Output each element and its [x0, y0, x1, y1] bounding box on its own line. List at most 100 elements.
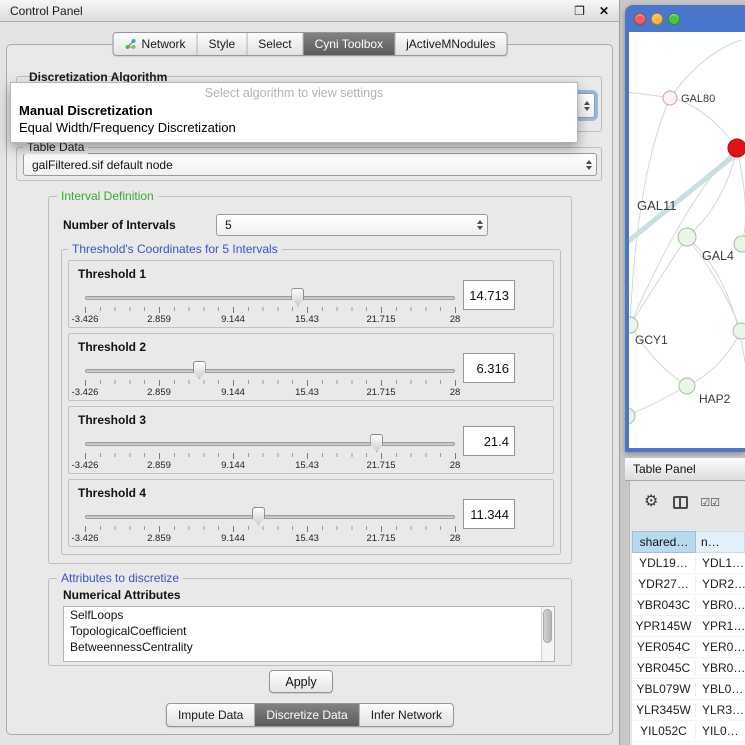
algorithm-option[interactable]: Manual Discretization: [11, 102, 577, 119]
tab-network[interactable]: Network: [114, 33, 198, 55]
scrollbar-thumb[interactable]: [543, 609, 552, 643]
slider-scale-label: 15.43: [295, 387, 319, 398]
slider-ticks: [85, 307, 455, 311]
threshold-slider[interactable]: -3.4262.8599.14415.4321.71528: [85, 360, 455, 400]
network-node-gal4[interactable]: [734, 236, 745, 252]
algorithm-option[interactable]: Equal Width/Frequency Discretization: [11, 119, 577, 136]
slider-scale-label: 21.715: [366, 387, 395, 398]
threshold-slider[interactable]: -3.4262.8599.14415.4321.71528: [85, 506, 455, 546]
table-row[interactable]: YIL052CYIL0…: [632, 721, 745, 742]
cell-name: YER0…: [696, 640, 745, 654]
table-row[interactable]: YBR045CYBR0…: [632, 658, 745, 679]
column-header-shared-name[interactable]: shared…: [632, 531, 696, 553]
select-columns-icon[interactable]: ☑☑: [700, 496, 720, 509]
network-view-window[interactable]: GAL80GAL11GAL4GCY1HAP2: [625, 5, 745, 452]
threshold-slider[interactable]: -3.4262.8599.14415.4321.71528: [85, 433, 455, 473]
table-row[interactable]: YPR145WYPR1…: [632, 616, 745, 637]
tab-label: Discretize Data: [266, 708, 347, 722]
attributes-scrollbar[interactable]: [541, 607, 554, 661]
network-canvas-svg[interactable]: GAL80GAL11GAL4GCY1HAP2: [629, 32, 745, 448]
threshold-value-field[interactable]: 14.713: [463, 280, 515, 310]
table-rows: YDL19…YDL1…YDR27…YDR2…YBR043CYBR0…YPR145…: [632, 553, 745, 742]
node-table: shared… n… YDL19…YDL1…YDR27…YDR2…YBR043C…: [632, 531, 745, 745]
network-node[interactable]: [629, 408, 635, 424]
control-panel-titlebar[interactable]: Control Panel ❒ ✕: [0, 0, 619, 22]
slider-tick-major: [307, 307, 308, 313]
slider-tick-major: [159, 380, 160, 386]
selected-node[interactable]: [728, 139, 745, 157]
tab-label: Cyni Toolbox: [315, 37, 383, 51]
threshold-value-field[interactable]: 6.316: [463, 353, 515, 383]
table-row[interactable]: YDR27…YDR2…: [632, 574, 745, 595]
table-row[interactable]: YER054CYER0…: [632, 637, 745, 658]
slider-thumb[interactable]: [370, 434, 383, 452]
threshold-slider[interactable]: -3.4262.8599.14415.4321.71528: [85, 287, 455, 327]
tab-select[interactable]: Select: [247, 33, 303, 55]
network-node-gal11[interactable]: [678, 228, 696, 246]
network-node-hap2[interactable]: [679, 378, 695, 394]
attribute-list-item[interactable]: BetweennessCentrality: [64, 639, 554, 655]
slider-track: [85, 515, 455, 519]
num-intervals-combo[interactable]: 5: [216, 214, 488, 236]
network-edge[interactable]: [670, 40, 741, 98]
slider-tick-major: [159, 526, 160, 532]
slider-tick-major: [307, 526, 308, 532]
slider-thumb[interactable]: [291, 288, 304, 306]
slider-tick-major: [307, 380, 308, 386]
table-data-combo[interactable]: galFiltered.sif default node: [23, 153, 597, 176]
threshold-label: Threshold 2: [78, 340, 146, 354]
tab-label: jActiveMNodules: [406, 37, 495, 51]
float-window-icon[interactable]: ❒: [574, 4, 585, 18]
tab-style[interactable]: Style: [198, 33, 248, 55]
threshold-value-field[interactable]: 11.344: [463, 499, 515, 529]
threshold-label: Threshold 3: [78, 413, 146, 427]
threshold-box: Threshold 2-3.4262.8599.14415.4321.71528…: [68, 333, 554, 401]
attributes-list[interactable]: SelfLoopsTopologicalCoefficientBetweenne…: [63, 606, 555, 662]
network-node-gal80[interactable]: [663, 91, 677, 105]
slider-tick-major: [85, 307, 86, 313]
table-row[interactable]: YLR345WYLR3…: [632, 700, 745, 721]
tab-cyni-toolbox[interactable]: Cyni Toolbox: [304, 33, 395, 55]
table-row[interactable]: YDL19…YDL1…: [632, 553, 745, 574]
table-row[interactable]: YBR043CYBR0…: [632, 595, 745, 616]
network-edge[interactable]: [737, 148, 745, 244]
zoom-traffic-light-icon[interactable]: [668, 13, 680, 25]
slider-tick-major: [381, 307, 382, 313]
minimize-traffic-light-icon[interactable]: [651, 13, 663, 25]
tab-impute-data[interactable]: Impute Data: [167, 704, 255, 726]
network-node[interactable]: [733, 323, 745, 339]
column-header-name[interactable]: n…: [696, 531, 745, 553]
network-edge[interactable]: [687, 331, 741, 386]
tab-label: Select: [258, 37, 291, 51]
slider-tick-major: [85, 380, 86, 386]
attribute-list-item[interactable]: SelfLoops: [64, 607, 554, 623]
table-panel-header[interactable]: Table Panel: [625, 457, 745, 481]
num-intervals-value: 5: [225, 218, 232, 232]
slider-thumb[interactable]: [252, 507, 265, 525]
network-edge[interactable]: [670, 98, 737, 148]
table-data-group: Table Data galFiltered.sif default node: [16, 147, 602, 181]
columns-icon[interactable]: [673, 496, 688, 509]
gear-icon[interactable]: ⚙: [644, 494, 658, 510]
tab-jactivemnodules[interactable]: jActiveMNodules: [395, 33, 506, 55]
attributes-group: Attributes to discretize Numerical Attri…: [48, 578, 572, 666]
table-panel-window: ⚙ ☑☑ shared… n… YDL19…YDL1…YDR27…YDR2…YB…: [629, 481, 745, 745]
network-canvas[interactable]: GAL80GAL11GAL4GCY1HAP2: [629, 32, 745, 448]
network-edge[interactable]: [629, 386, 687, 416]
close-window-icon[interactable]: ✕: [599, 4, 609, 18]
slider-ticks: [85, 526, 455, 530]
network-node-gcy1[interactable]: [629, 317, 638, 333]
slider-track: [85, 369, 455, 373]
slider-tick-major: [381, 453, 382, 459]
apply-button[interactable]: Apply: [269, 670, 333, 693]
network-edge[interactable]: [630, 237, 687, 325]
table-row[interactable]: YBL079WYBL0…: [632, 679, 745, 700]
slider-thumb[interactable]: [193, 361, 206, 379]
slider-scale-label: 2.859: [147, 533, 171, 544]
table-panel-title: Table Panel: [633, 462, 696, 476]
tab-discretize-data[interactable]: Discretize Data: [255, 704, 359, 726]
tab-infer-network[interactable]: Infer Network: [360, 704, 453, 726]
threshold-value-field[interactable]: 21.4: [463, 426, 515, 456]
close-traffic-light-icon[interactable]: [634, 13, 646, 25]
attribute-list-item[interactable]: TopologicalCoefficient: [64, 623, 554, 639]
